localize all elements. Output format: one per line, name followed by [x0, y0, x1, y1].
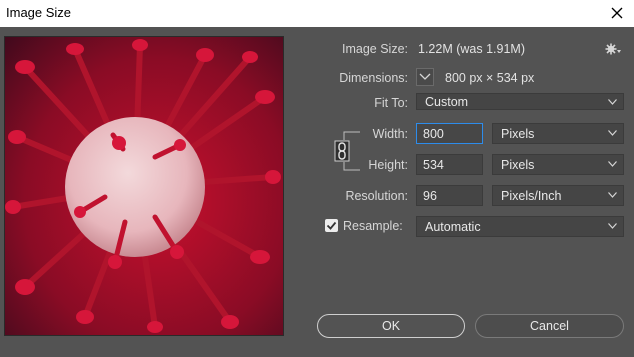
width-unit-select[interactable]: Pixels [492, 123, 624, 144]
resolution-input[interactable]: 96 [416, 185, 483, 206]
width-label: Width: [372, 127, 408, 141]
resolution-value: 96 [423, 189, 437, 203]
resample-value: Automatic [425, 220, 481, 234]
resample-select[interactable]: Automatic [416, 216, 624, 237]
width-input[interactable]: 800 [416, 123, 483, 144]
dimensions-toggle[interactable] [416, 68, 434, 86]
width-value: 800 [423, 127, 444, 141]
chevron-down-icon [608, 130, 617, 136]
fit-to-select[interactable]: Custom [416, 93, 624, 110]
dimensions-value: 800 px × 534 px [445, 71, 535, 85]
height-value: 534 [423, 158, 444, 172]
chevron-down-icon [608, 161, 617, 167]
chevron-down-icon [608, 192, 617, 198]
height-label: Height: [368, 158, 408, 172]
fit-to-label: Fit To: [374, 96, 408, 110]
resolution-unit-select[interactable]: Pixels/Inch [492, 185, 624, 206]
checkmark-icon [326, 221, 337, 230]
width-unit-value: Pixels [501, 127, 535, 141]
chevron-down-icon [608, 99, 617, 105]
cancel-button[interactable]: Cancel [475, 314, 624, 338]
close-icon[interactable] [606, 2, 628, 24]
gear-icon[interactable] [604, 42, 622, 56]
fit-to-value: Custom [425, 95, 469, 109]
ok-button[interactable]: OK [317, 314, 465, 338]
window-title: Image Size [6, 5, 72, 20]
dimensions-label: Dimensions: [339, 71, 408, 85]
height-unit-value: Pixels [501, 158, 535, 172]
resample-checkbox[interactable] [325, 219, 338, 232]
height-input[interactable]: 534 [416, 154, 483, 175]
image-size-value: 1.22M (was 1.91M) [418, 42, 525, 56]
resolution-unit-value: Pixels/Inch [501, 189, 562, 203]
virus-image [5, 37, 283, 335]
height-unit-select[interactable]: Pixels [492, 154, 624, 175]
title-bar: Image Size [0, 0, 634, 27]
resolution-label: Resolution: [345, 189, 408, 203]
resample-label: Resample: [343, 219, 403, 233]
image-size-label: Image Size: [341, 42, 408, 56]
image-preview[interactable] [4, 36, 284, 336]
chevron-down-icon [419, 73, 431, 80]
chevron-down-icon [608, 223, 617, 229]
